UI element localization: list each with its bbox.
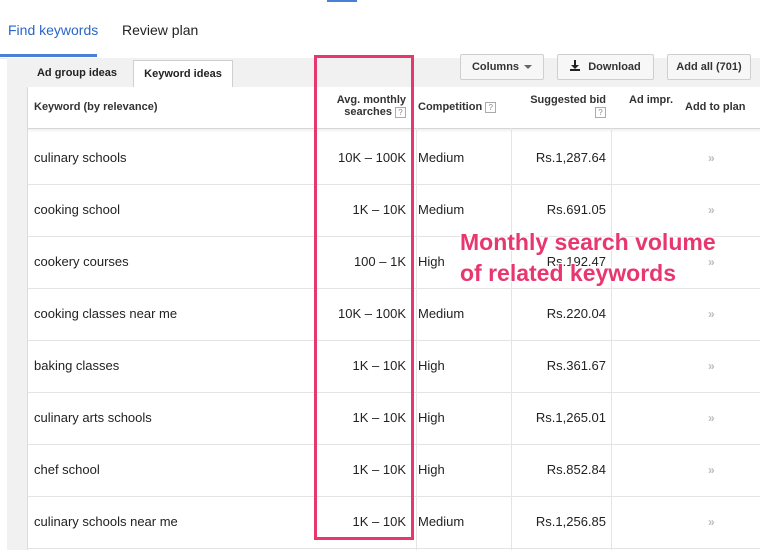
- columns-label: Columns: [471, 61, 520, 73]
- keyword-cell: cooking school: [34, 202, 120, 217]
- keyword-cell: cookery courses: [34, 254, 129, 269]
- suggested-bid-cell: Rs.220.04: [546, 306, 606, 321]
- add-to-plan-icon[interactable]: »: [708, 496, 720, 548]
- add-to-plan-icon[interactable]: »: [708, 392, 720, 444]
- competition-cell: High: [418, 462, 445, 477]
- subtab-keyword-ideas[interactable]: Keyword ideas: [133, 60, 233, 87]
- competition-header-label: Competition: [418, 101, 483, 113]
- keyword-cell: culinary schools: [34, 150, 127, 165]
- column-header-add-to-plan: Add to plan: [685, 101, 746, 113]
- download-label: Download: [588, 61, 641, 73]
- avg-searches-highlight-box: [314, 55, 414, 540]
- competition-cell: High: [418, 254, 445, 269]
- download-icon: [570, 60, 581, 71]
- keyword-cell: baking classes: [34, 358, 120, 373]
- suggested-bid-cell: Rs.1,287.64: [535, 150, 606, 165]
- competition-cell: Medium: [418, 306, 465, 321]
- tab-review-plan[interactable]: Review plan: [122, 22, 198, 38]
- suggested-bid-cell: Rs.361.67: [546, 358, 606, 373]
- columns-button[interactable]: Columns: [460, 54, 544, 80]
- add-to-plan-icon[interactable]: »: [708, 288, 720, 340]
- add-all-button[interactable]: Add all (701): [667, 54, 751, 80]
- add-to-plan-icon[interactable]: »: [708, 444, 720, 496]
- annotation-callout: Monthly search volume of related keyword…: [460, 227, 716, 289]
- help-icon[interactable]: ?: [595, 106, 606, 118]
- competition-cell: High: [418, 410, 445, 425]
- keyword-cell: cooking classes near me: [34, 306, 178, 321]
- keyword-cell: culinary schools near me: [34, 514, 178, 529]
- suggested-bid-cell: Rs.852.84: [546, 462, 606, 477]
- competition-cell: High: [418, 358, 445, 373]
- competition-cell: Medium: [418, 514, 465, 529]
- suggested-bid-cell: Rs.1,256.85: [535, 514, 606, 529]
- column-header-ad-impressions[interactable]: Ad impr.: [629, 94, 673, 106]
- bid-header-label: Suggested bid: [530, 94, 606, 106]
- keyword-cell: culinary arts schools: [34, 410, 152, 425]
- add-to-plan-icon[interactable]: »: [708, 132, 720, 184]
- top-accent-bar: [327, 0, 357, 2]
- tab-find-keywords[interactable]: Find keywords: [8, 22, 98, 38]
- annotation-line2: of related keywords: [460, 260, 677, 286]
- chevron-down-icon: [524, 65, 533, 70]
- competition-cell: Medium: [418, 150, 465, 165]
- subtab-ad-group-ideas[interactable]: Ad group ideas: [27, 60, 127, 87]
- column-header-keyword[interactable]: Keyword (by relevance): [34, 101, 158, 113]
- annotation-line1: Monthly search volume: [460, 229, 716, 255]
- add-to-plan-icon[interactable]: »: [708, 340, 720, 392]
- column-header-competition[interactable]: Competition?: [418, 101, 497, 113]
- active-tab-indicator: [0, 54, 97, 57]
- competition-cell: Medium: [418, 202, 465, 217]
- top-navigation: Find keywords Review plan: [0, 0, 760, 59]
- keyword-cell: chef school: [34, 462, 100, 477]
- download-button[interactable]: Download: [557, 54, 654, 80]
- column-header-suggested-bid[interactable]: Suggested bid ?: [514, 94, 606, 118]
- help-icon[interactable]: ?: [485, 101, 497, 113]
- suggested-bid-cell: Rs.1,265.01: [535, 410, 606, 425]
